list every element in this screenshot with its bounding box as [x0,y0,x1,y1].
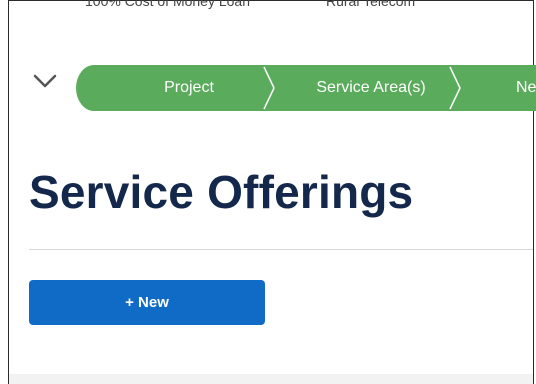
bottom-section [9,374,533,384]
page-title: Service Offerings [29,166,414,218]
project-summary-row: 100% Cost of Money Loan Rural Telecom [9,0,533,15]
step-project[interactable]: Project [114,65,264,111]
step-next[interactable]: Ne [516,65,536,111]
progress-stepper: Project Service Area(s) Ne [76,65,536,111]
divider [29,249,533,250]
program-text: Rural Telecom [326,0,416,9]
loan-type-text: 100% Cost of Money Loan [85,0,250,9]
new-button[interactable]: + New [29,280,265,325]
step-service-areas[interactable]: Service Area(s) [296,65,446,111]
collapse-toggle[interactable] [30,69,60,93]
chevron-down-icon [33,74,57,88]
page-frame: 100% Cost of Money Loan Rural Telecom Pr… [8,0,536,384]
